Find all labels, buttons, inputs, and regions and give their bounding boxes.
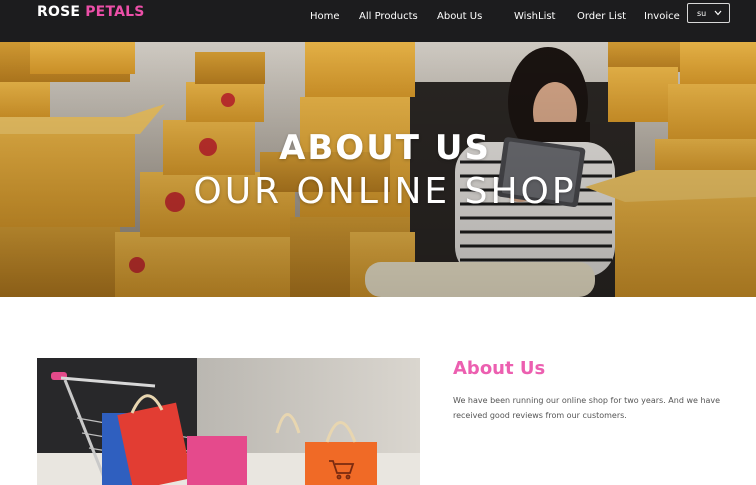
shopping-cart-illustration (37, 358, 420, 485)
about-description: We have been running our online shop for… (453, 396, 721, 420)
brand-name-part2: PETALS (85, 4, 145, 20)
about-heading: About Us (453, 358, 546, 379)
nav-link-wishlist[interactable]: WishList (514, 11, 555, 22)
nav-link-invoice[interactable]: Invoice (644, 11, 680, 22)
chevron-down-icon (714, 10, 722, 16)
nav-link-home[interactable]: Home (310, 11, 340, 22)
hero-subtitle: OUR ONLINE SHOP (193, 171, 577, 212)
language-select-value: su (697, 8, 707, 18)
nav-link-all-products[interactable]: All Products (359, 11, 418, 22)
brand-name-part1: ROSE (37, 4, 81, 20)
hero-banner: ABOUT US OUR ONLINE SHOP (0, 42, 756, 297)
brand-logo[interactable]: ROSE PETALS (37, 4, 145, 20)
language-select[interactable]: su (687, 3, 730, 23)
navbar: ROSE PETALS Home All Products About Us W… (0, 0, 756, 42)
nav-link-order-list[interactable]: Order List (577, 11, 626, 22)
hero-background-image (0, 42, 756, 297)
hero-title: ABOUT US (279, 128, 491, 168)
nav-link-about-us[interactable]: About Us (437, 11, 482, 22)
about-image-shopping-cart (37, 358, 420, 485)
